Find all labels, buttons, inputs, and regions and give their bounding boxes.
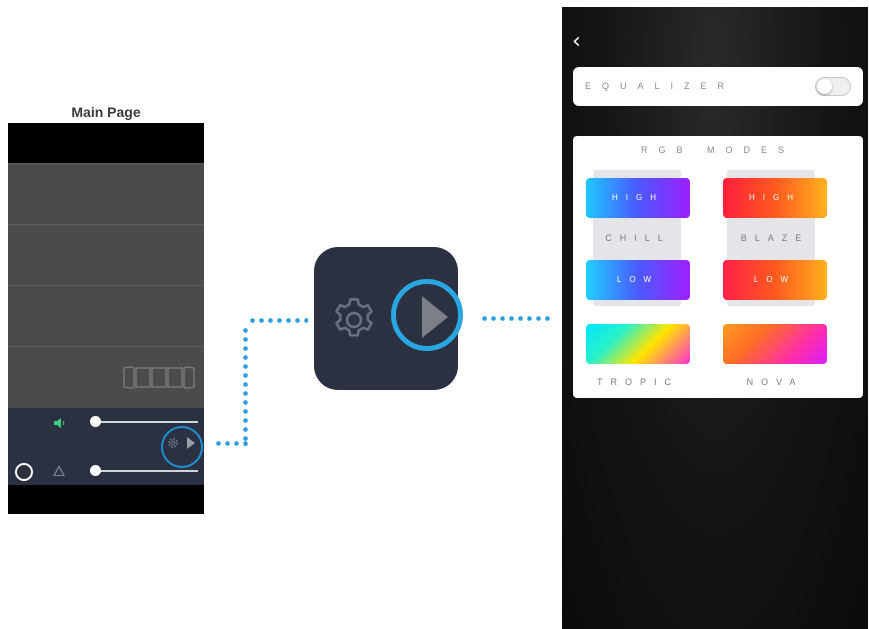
progress-slider-thumb[interactable]: [90, 465, 101, 476]
gear-icon[interactable]: [328, 294, 380, 346]
tropic-label: TROPIC: [596, 377, 679, 387]
settings-play-highlight: [161, 426, 203, 468]
equalizer-toggle[interactable]: [815, 77, 851, 96]
film-strip-icon: [123, 366, 195, 389]
zoomed-controls-tile: [314, 247, 463, 390]
chill-low-button[interactable]: LOW: [586, 260, 690, 300]
nova-label: NOVA: [746, 377, 804, 387]
playback-controls: [8, 408, 204, 485]
volume-slider-thumb[interactable]: [90, 416, 101, 427]
volume-slider[interactable]: [96, 421, 198, 423]
highlight-ring: [391, 279, 463, 351]
content-panel[interactable]: [8, 224, 204, 286]
content-panel[interactable]: [8, 346, 204, 408]
connector-line: [248, 318, 308, 323]
nova-mode-button[interactable]: [723, 324, 827, 364]
content-panel[interactable]: [8, 285, 204, 347]
rgb-modes-card: RGB MODES HIGH CHILL LOW HIGH BLAZE LOW …: [573, 136, 863, 398]
triangle-icon[interactable]: [53, 465, 65, 476]
toggle-knob[interactable]: [817, 79, 832, 94]
chill-high-button[interactable]: HIGH: [586, 178, 690, 218]
circle-icon[interactable]: [15, 463, 33, 481]
progress-slider[interactable]: [96, 470, 198, 472]
tropic-mode-button[interactable]: [586, 324, 690, 364]
equalizer-row: EQUALIZER: [573, 67, 863, 106]
blaze-low-button[interactable]: LOW: [723, 260, 827, 300]
connector-line: [480, 316, 552, 321]
settings-screen: ‹ EQUALIZER RGB MODES HIGH CHILL LOW HIG…: [562, 7, 868, 629]
blaze-high-button[interactable]: HIGH: [723, 178, 827, 218]
blaze-label: BLAZE: [740, 233, 810, 243]
rgb-modes-title: RGB MODES: [640, 145, 795, 155]
content-panel[interactable]: [8, 163, 204, 225]
connector-line: [243, 326, 248, 446]
equalizer-label: EQUALIZER: [585, 81, 736, 91]
speaker-icon[interactable]: [53, 417, 65, 429]
back-icon[interactable]: ‹: [572, 31, 581, 53]
main-page-title: Main Page: [71, 104, 141, 120]
chill-label: CHILL: [605, 233, 671, 243]
main-page-screen: [8, 123, 204, 514]
